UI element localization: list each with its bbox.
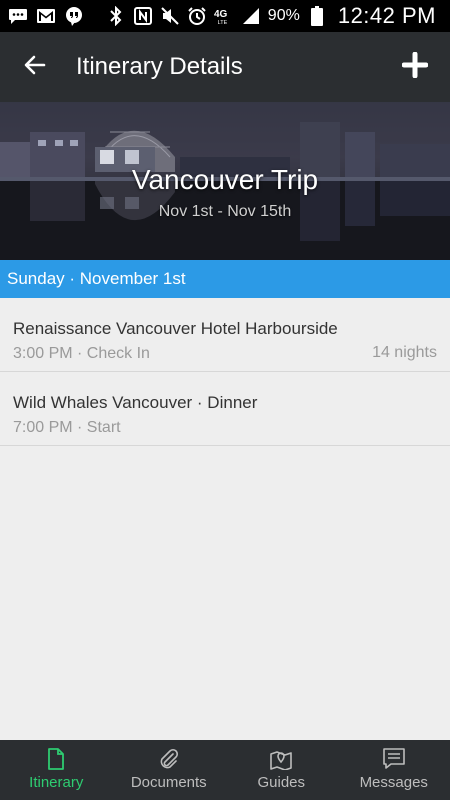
battery-icon	[307, 6, 327, 26]
status-bar-notifications	[0, 6, 84, 26]
nfc-icon	[133, 6, 153, 26]
app-toolbar: Itinerary Details	[0, 32, 450, 102]
status-bar: 4G LTE 90% 12:42 PM	[0, 0, 450, 32]
mute-icon	[160, 6, 180, 26]
nav-label: Itinerary	[29, 774, 84, 791]
network-4g-icon: 4G LTE	[214, 6, 234, 26]
itinerary-item-title: Wild Whales Vancouver · Dinner	[13, 393, 258, 412]
paperclip-icon	[159, 747, 179, 771]
chat-icon	[8, 6, 28, 26]
clock: 12:42 PM	[337, 3, 436, 28]
trip-title: Vancouver Trip	[131, 164, 319, 195]
page-title: Itinerary Details	[76, 53, 243, 80]
gmail-icon	[36, 6, 56, 26]
nav-itinerary[interactable]: Itinerary	[0, 740, 113, 800]
nav-label: Guides	[257, 774, 306, 791]
itinerary-item-subtitle: 7:00 PM · Start	[13, 419, 121, 436]
arrow-left-icon	[23, 53, 47, 82]
trip-hero-banner: Vancouver Trip Nov 1st - Nov 15th	[0, 102, 450, 260]
nav-label: Messages	[359, 774, 428, 791]
document-icon	[47, 747, 65, 771]
svg-text:LTE: LTE	[217, 20, 227, 26]
bluetooth-icon	[106, 6, 126, 26]
day-header: Sunday · November 1st	[0, 260, 450, 298]
itinerary-item-dinner[interactable]: Wild Whales Vancouver · Dinner 7:00 PM ·…	[0, 372, 450, 446]
trip-dates: Nov 1st - Nov 15th	[158, 203, 292, 220]
bottom-navigation: Itinerary Documents Guides Messages	[0, 740, 450, 800]
itinerary-list: Renaissance Vancouver Hotel Harbourside …	[0, 298, 450, 446]
back-button[interactable]	[0, 32, 70, 102]
svg-text:4G: 4G	[214, 9, 228, 20]
alarm-icon	[187, 6, 207, 26]
status-bar-system: 4G LTE 90% 12:42 PM	[106, 3, 450, 29]
battery-percent: 90%	[267, 7, 300, 24]
signal-icon	[241, 6, 261, 26]
itinerary-item-hotel[interactable]: Renaissance Vancouver Hotel Harbourside …	[0, 298, 450, 372]
nav-guides[interactable]: Guides	[225, 740, 338, 800]
map-pin-icon	[269, 747, 293, 771]
hangouts-icon	[64, 6, 84, 26]
nav-label: Documents	[130, 774, 207, 791]
message-icon	[382, 747, 406, 771]
add-button[interactable]	[380, 32, 450, 102]
nav-messages[interactable]: Messages	[338, 740, 450, 800]
plus-icon	[401, 51, 429, 83]
itinerary-item-duration: 14 nights	[372, 344, 437, 361]
itinerary-item-title: Renaissance Vancouver Hotel Harbourside	[13, 319, 338, 338]
nav-documents[interactable]: Documents	[113, 740, 226, 800]
